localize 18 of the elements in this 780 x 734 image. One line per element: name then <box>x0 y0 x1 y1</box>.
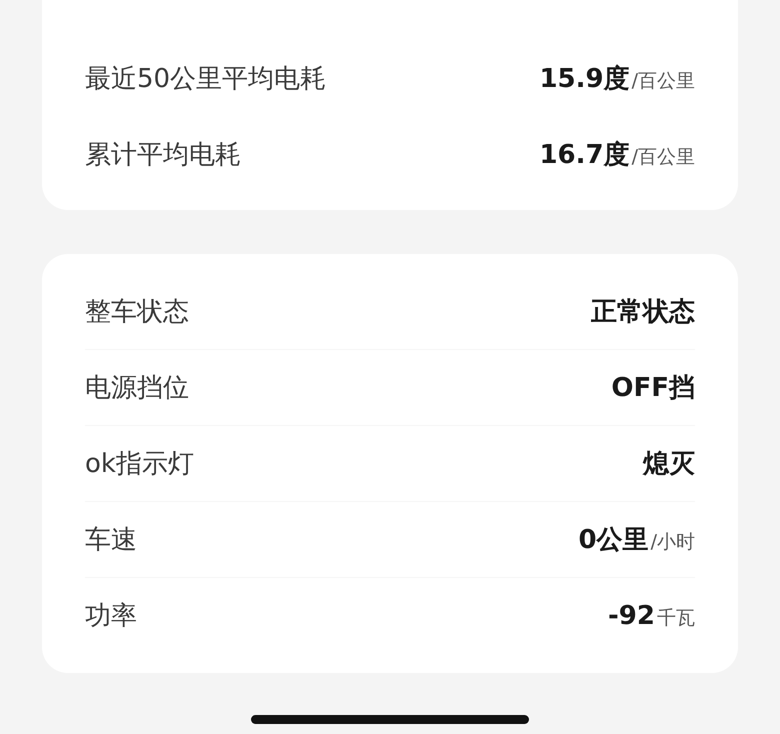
row-value: 正常状态 <box>591 296 695 329</box>
row-label: 电源挡位 <box>85 372 189 405</box>
row-label: 整车状态 <box>85 296 189 329</box>
row-value: 16.7度 <box>539 138 630 172</box>
row-label: 车速 <box>85 524 137 557</box>
row-value: OFF挡 <box>611 372 695 405</box>
row-value: 15.9度 <box>539 62 630 96</box>
row-unit: 千瓦 <box>657 606 695 630</box>
row-value: 0公里 <box>578 524 649 557</box>
row-value: 熄灭 <box>643 448 695 481</box>
row-unit: /百公里 <box>632 68 695 94</box>
row-unit: /小时 <box>650 530 695 555</box>
row-value: -92 <box>608 600 655 630</box>
row-label: ok指示灯 <box>85 448 194 481</box>
row-label: 累计平均电耗 <box>85 138 241 172</box>
row-label: 功率 <box>85 600 137 633</box>
row-label: 最近50公里平均电耗 <box>85 62 326 96</box>
row-unit: /百公里 <box>632 144 695 170</box>
